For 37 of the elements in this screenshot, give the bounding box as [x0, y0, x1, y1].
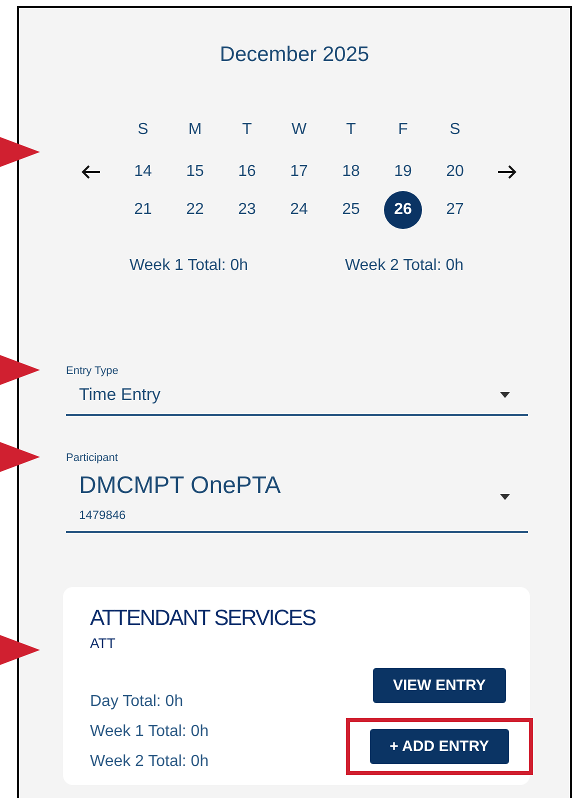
month-title: December 2025 — [218, 42, 370, 67]
dropdown-caret-icon — [500, 494, 510, 500]
calendar-day[interactable]: 18 — [332, 153, 370, 191]
calendar-day[interactable]: 15 — [176, 153, 214, 191]
calendar-day[interactable]: 22 — [176, 191, 214, 229]
previous-arrow-icon[interactable] — [81, 164, 101, 180]
weekday-label: T — [241, 120, 253, 140]
calendar-day[interactable]: 24 — [280, 191, 318, 229]
weekday-label: T — [345, 120, 357, 140]
next-arrow-icon[interactable] — [497, 164, 517, 180]
weekday-label: S — [136, 120, 150, 140]
service-title: ATTENDANT SERVICES — [90, 605, 316, 631]
entry-button[interactable]: + ADD ENTRY — [370, 729, 509, 764]
weekday-label: M — [187, 120, 203, 140]
calendar-day[interactable]: 25 — [332, 191, 370, 229]
calendar-day[interactable]: 17 — [280, 153, 318, 191]
entry-button[interactable]: VIEW ENTRY — [372, 668, 506, 703]
calendar-day[interactable]: 27 — [436, 191, 474, 229]
entry-type-select[interactable]: Entry Type Time Entry — [66, 365, 528, 416]
calendar-day[interactable]: 26 — [384, 191, 422, 229]
week-total: Week 2 Total: 0h — [344, 257, 464, 275]
participant-select[interactable]: Participant DMCMPT OnePTA 1479846 — [66, 452, 528, 533]
weekday-label: S — [448, 120, 462, 140]
service-total: Week 1 Total: 0h — [90, 723, 209, 741]
week-total: Week 1 Total: 0h — [129, 257, 248, 275]
service-code: ATT — [90, 635, 116, 651]
calendar-day[interactable]: 16 — [228, 153, 266, 191]
service-total: Day Total: 0h — [90, 693, 184, 711]
weekday-label: F — [397, 120, 409, 140]
dropdown-caret-icon — [500, 392, 510, 398]
calendar-day[interactable]: 20 — [436, 153, 474, 191]
calendar-day[interactable]: 14 — [124, 153, 162, 191]
service-total: Week 2 Total: 0h — [90, 753, 209, 771]
weekday-label: W — [290, 120, 308, 140]
calendar-day[interactable]: 19 — [384, 153, 422, 191]
calendar-day[interactable]: 21 — [124, 191, 162, 229]
calendar-day[interactable]: 23 — [228, 191, 266, 229]
